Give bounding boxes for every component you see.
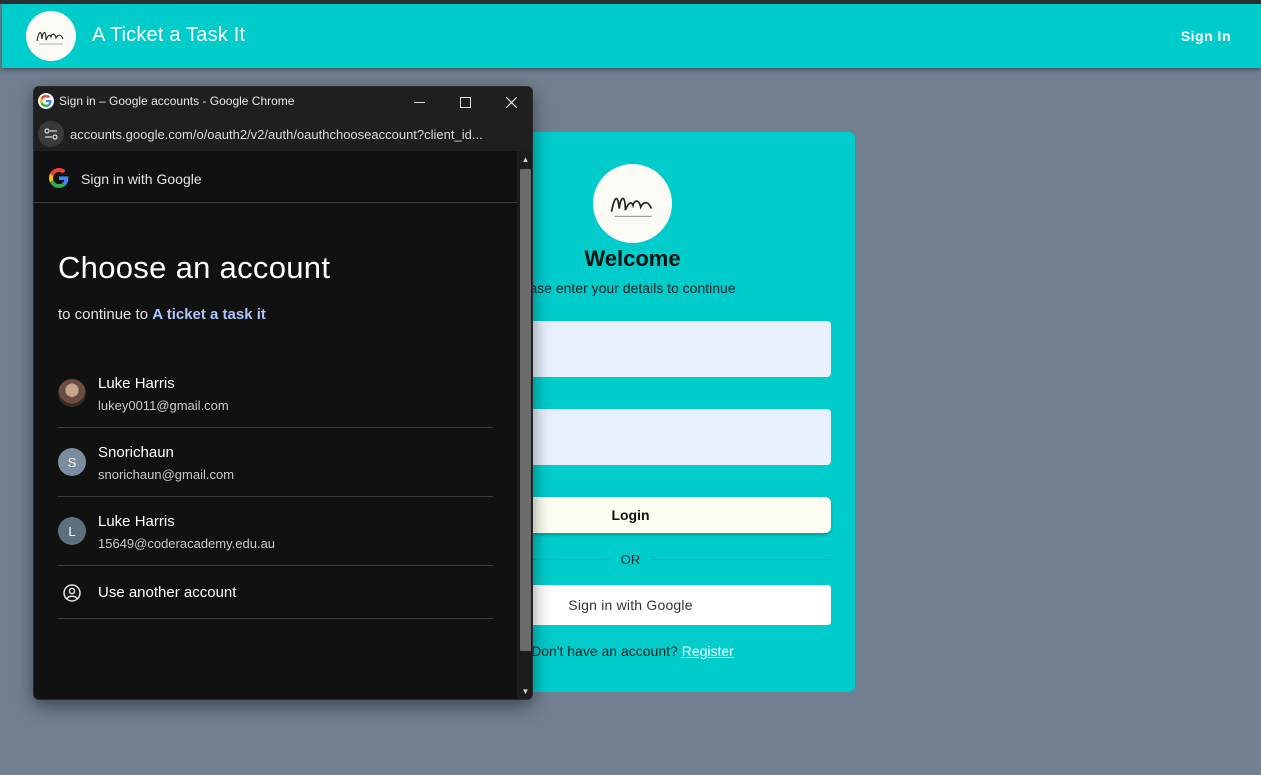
choose-account-heading: Choose an account	[58, 250, 331, 285]
account-item[interactable]: Luke Harris lukey0011@gmail.com	[58, 359, 493, 428]
google-header-text: Sign in with Google	[81, 171, 202, 187]
google-header: Sign in with Google	[34, 151, 517, 203]
google-signin-popup: Sign in – Google accounts - Google Chrom…	[33, 86, 533, 700]
account-email: 15649@coderacademy.edu.au	[98, 536, 276, 551]
divider-line	[650, 558, 831, 560]
popup-window-title: Sign in – Google accounts - Google Chrom…	[59, 94, 295, 108]
app-logo[interactable]	[26, 11, 76, 61]
google-favicon-icon	[38, 93, 54, 109]
maximize-icon[interactable]	[442, 87, 488, 117]
popup-scrollbar[interactable]: ▲ ▼	[517, 151, 532, 699]
scroll-thumb[interactable]	[520, 169, 531, 651]
scroll-down-icon[interactable]: ▼	[520, 685, 531, 697]
close-icon[interactable]	[488, 87, 532, 117]
use-another-account-label: Use another account	[98, 584, 237, 601]
account-item[interactable]: L Luke Harris 15649@coderacademy.edu.au	[58, 497, 493, 566]
account-name: Snorichaun	[98, 444, 174, 461]
app-title: A Ticket a Task It	[92, 24, 246, 46]
app-header: A Ticket a Task It Sign In	[2, 4, 1261, 68]
mern-logo-icon	[36, 31, 64, 45]
scroll-up-icon[interactable]: ▲	[520, 153, 531, 165]
account-name: Luke Harris	[98, 375, 175, 392]
card-logo	[593, 164, 672, 243]
minimize-icon[interactable]	[396, 87, 442, 117]
account-name: Luke Harris	[98, 513, 175, 530]
register-prompt: Don't have an account?	[531, 643, 678, 659]
account-item[interactable]: S Snorichaun snorichaun@gmail.com	[58, 428, 493, 497]
account-email: lukey0011@gmail.com	[98, 398, 229, 413]
account-email: snorichaun@gmail.com	[98, 467, 235, 482]
register-link[interactable]: Register	[682, 643, 734, 659]
use-another-account-button[interactable]: Use another account	[58, 567, 493, 619]
site-settings-icon[interactable]	[38, 121, 64, 147]
continue-app-link[interactable]: A ticket a task it	[152, 306, 266, 323]
google-logo-icon	[49, 168, 69, 188]
popup-titlebar[interactable]: Sign in – Google accounts - Google Chrom…	[34, 87, 532, 117]
mern-logo-icon	[610, 197, 652, 217]
avatar: S	[58, 448, 86, 476]
continue-to-text: to continue to A ticket a task it	[58, 306, 266, 323]
continue-prefix: to continue to	[58, 306, 149, 323]
account-circle-icon	[63, 584, 81, 602]
avatar: L	[58, 517, 86, 545]
avatar	[58, 379, 86, 407]
popup-url[interactable]: accounts.google.com/o/oauth2/v2/auth/oau…	[70, 127, 520, 142]
header-sign-in-button[interactable]: Sign In	[1181, 28, 1231, 44]
or-label: OR	[620, 551, 641, 567]
popup-url-bar: accounts.google.com/o/oauth2/v2/auth/oau…	[34, 117, 532, 151]
